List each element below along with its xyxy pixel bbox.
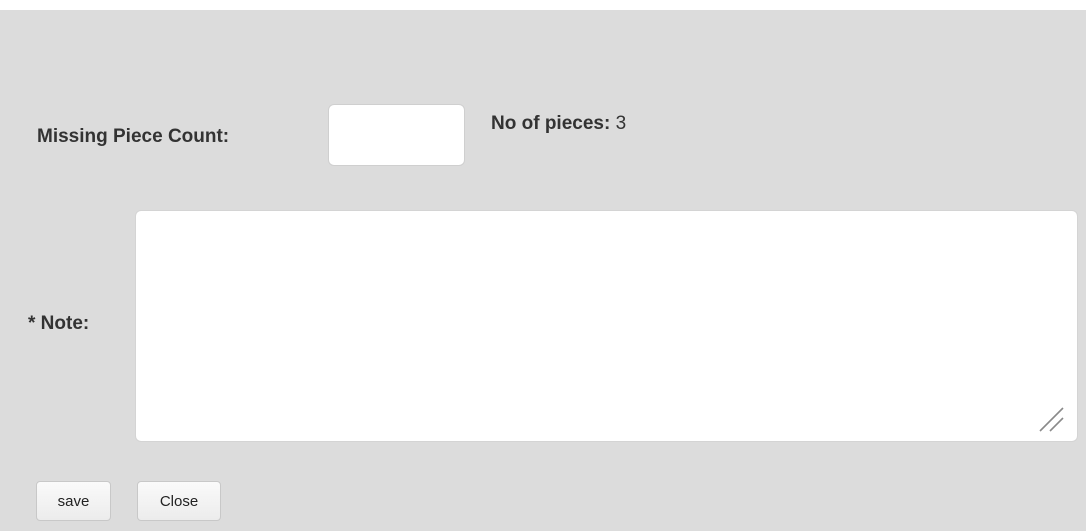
no-of-pieces-value: 3 bbox=[615, 113, 627, 134]
resize-handle-icon[interactable] bbox=[1036, 404, 1066, 434]
save-button[interactable]: save bbox=[36, 481, 111, 521]
missing-piece-count-input[interactable] bbox=[328, 104, 465, 166]
pieces-info: No of pieces: 3 bbox=[491, 113, 626, 135]
close-button[interactable]: Close bbox=[137, 481, 221, 521]
note-label: * Note: bbox=[28, 313, 90, 334]
note-textarea[interactable] bbox=[135, 210, 1078, 442]
no-of-pieces-label: No of pieces: bbox=[491, 113, 611, 134]
missing-piece-count-label: Missing Piece Count: bbox=[37, 126, 230, 147]
